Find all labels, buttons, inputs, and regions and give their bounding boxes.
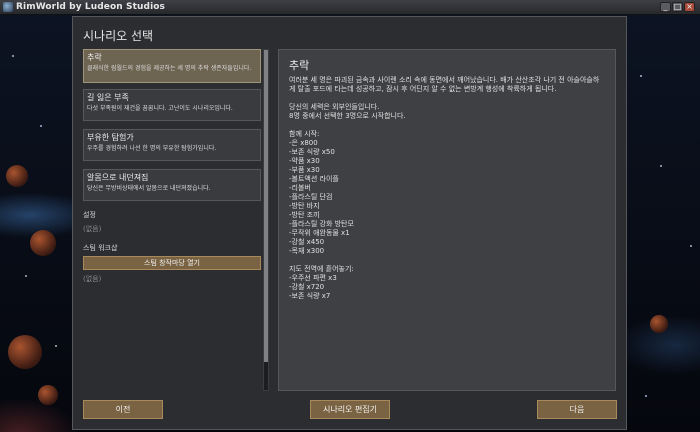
close-icon: × [686,2,693,11]
start-pawns-line: 8명 중에서 선택한 3명으로 시작합니다. [289,112,406,120]
start-with-label: 함께 시작: [289,130,320,138]
scenario-description: 당신은 무방비상태에서 알몸으로 내던져졌습니다. [87,185,211,192]
start-item: -강철 x450 [289,238,325,246]
workshop-empty-label: (없음) [83,275,102,283]
start-item: -목재 x300 [289,247,325,255]
start-item: -방탄 조끼 [289,211,320,219]
star [645,395,647,397]
ship-debris [8,335,42,369]
open-steam-workshop-button[interactable]: 스팀 창작마당 열기 [83,256,261,270]
start-item: -보존 식량 x50 [289,148,335,156]
settings-section-label: 설정 [83,211,96,219]
scenario-description-panel: 추락 여러분 세 명은 파괴된 금속과 사이렌 소리 속에 동면에서 깨어났습니… [278,49,616,391]
start-item: -볼트액션 라이플 [289,175,339,183]
scenario-name: 추락 [87,53,102,62]
window-title: RimWorld by Ludeon Studios [16,2,165,12]
start-item: -부품 x30 [289,166,320,174]
star [40,125,42,127]
scenario-select-dialog: 시나리오 선택 추락 클래식한 림월드의 경험을 제공하는 세 명의 추락 생존… [72,16,627,430]
maximize-button[interactable]: □ [672,2,683,12]
scenario-description: 우주를 경험하려 나선 한 명의 부유한 탐험가입니다. [87,145,217,152]
scenario-item-crashlanded[interactable]: 추락 클래식한 림월드의 경험을 제공하는 세 명의 추락 생존자들입니다. [83,49,261,83]
window-titlebar: RimWorld by Ludeon Studios _ □ × [0,0,700,15]
start-item: -방탄 바지 [289,202,320,210]
rimworld-app-icon [3,2,13,12]
start-item: -은 x800 [289,139,318,147]
scrollbar-thumb[interactable] [264,50,268,362]
star [55,345,57,347]
minimize-button[interactable]: _ [660,2,671,12]
scenario-list-scrollbar[interactable] [263,49,269,391]
scatter-item: -강철 x720 [289,283,325,291]
scenario-editor-button[interactable]: 시나리오 편집기 [310,400,390,419]
star [12,55,14,57]
ship-debris [30,230,56,256]
star [660,165,662,167]
scenario-description: 다섯 부족원이 재건을 꿈꿉니다. 고난이도 시나리오입니다. [87,105,233,112]
start-item: -플라스틸 단검 [289,193,333,201]
scenario-name: 알몸으로 내던져짐 [87,173,149,182]
scenario-item-lost-tribe[interactable]: 길 잃은 부족 다섯 부족원이 재건을 꿈꿉니다. 고난이도 시나리오입니다. [83,89,261,121]
ship-debris [650,315,668,333]
ship-debris [38,385,58,405]
faction-line: 당신의 세력은 외부인들입니다. [289,103,380,111]
scenario-name: 길 잃은 부족 [87,93,129,102]
description-title: 추락 [289,59,310,72]
scenario-item-rich-explorer[interactable]: 부유한 탐험가 우주를 경험하려 나선 한 명의 부유한 탐험가입니다. [83,129,261,161]
scenario-list: 추락 클래식한 림월드의 경험을 제공하는 세 명의 추락 생존자들입니다. 길… [83,49,261,391]
close-button[interactable]: × [684,2,695,12]
dialog-title: 시나리오 선택 [83,29,154,43]
minimize-icon: _ [663,2,668,11]
scatter-label: 지도 전역에 흩어놓기: [289,265,354,273]
star [25,275,27,277]
scenario-description: 클래식한 림월드의 경험을 제공하는 세 명의 추락 생존자들입니다. [87,65,252,72]
ship-debris [6,165,28,187]
start-item: -플라스틸 강화 방탄모 [289,220,354,228]
scenario-name: 부유한 탐험가 [87,133,134,142]
description-intro: 여러분 세 명은 파괴된 금속과 사이렌 소리 속에 동면에서 깨어났습니다. … [289,76,600,93]
scenario-item-naked-brutality[interactable]: 알몸으로 내던져짐 당신은 무방비상태에서 알몸으로 내던져졌습니다. [83,169,261,201]
star [690,245,692,247]
start-item: -약품 x30 [289,157,320,165]
scatter-item: -우주선 파편 x3 [289,274,337,282]
settings-empty-label: (없음) [83,225,102,233]
back-button[interactable]: 이전 [83,400,163,419]
scatter-item: -보존 식량 x7 [289,292,331,300]
maximize-icon: □ [673,2,682,11]
next-button[interactable]: 다음 [537,400,617,419]
star [640,75,642,77]
start-item: -리볼버 [289,184,311,192]
start-item: -무작위 애완동물 x1 [289,229,350,237]
workshop-section-label: 스팀 워크샵 [83,244,118,252]
